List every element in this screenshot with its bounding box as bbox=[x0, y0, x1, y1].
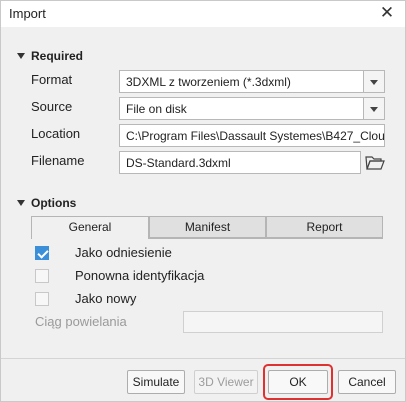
required-section-header[interactable]: Required bbox=[17, 49, 83, 63]
import-dialog: Import ✕ Required Format 3DXML z tworzen… bbox=[0, 0, 406, 402]
cancel-button[interactable]: Cancel bbox=[338, 370, 396, 394]
source-select[interactable]: File on disk bbox=[119, 97, 364, 120]
filename-label: Filename bbox=[31, 153, 85, 168]
format-select[interactable]: 3DXML z tworzeniem (*.3dxml) bbox=[119, 70, 364, 93]
collapse-triangle-icon bbox=[17, 200, 25, 206]
format-dropdown-icon[interactable] bbox=[364, 70, 385, 93]
source-dropdown-icon[interactable] bbox=[364, 97, 385, 120]
required-header-label: Required bbox=[31, 49, 84, 63]
ok-button[interactable]: OK bbox=[268, 370, 328, 394]
tab-general[interactable]: General bbox=[31, 216, 149, 239]
check-ponowna-identyfikacja[interactable]: Ponowna identyfikacja bbox=[35, 268, 204, 283]
title-bar: Import ✕ bbox=[1, 1, 405, 27]
check-label: Jako nowy bbox=[75, 291, 137, 306]
checkbox-icon[interactable] bbox=[35, 268, 49, 283]
tab-report[interactable]: Report bbox=[266, 216, 383, 238]
location-field[interactable]: C:\Program Files\Dassault Systemes\B427_… bbox=[119, 124, 385, 147]
options-header-label: Options bbox=[31, 196, 77, 210]
dialog-title: Import bbox=[9, 6, 46, 21]
check-jako-nowy[interactable]: Jako nowy bbox=[35, 291, 136, 306]
source-label: Source bbox=[31, 99, 73, 114]
simulate-button[interactable]: Simulate bbox=[127, 370, 185, 394]
tab-panel-border bbox=[149, 238, 383, 239]
tab-manifest[interactable]: Manifest bbox=[149, 216, 266, 238]
check-label: Ponowna identyfikacja bbox=[75, 268, 205, 283]
format-label: Format bbox=[31, 72, 73, 87]
check-jako-odniesienie[interactable]: Jako odniesienie bbox=[35, 245, 172, 260]
options-tabs: General Manifest Report bbox=[31, 216, 383, 239]
duplication-label: Ciąg powielania bbox=[35, 314, 127, 329]
checkbox-checked-icon[interactable] bbox=[35, 245, 49, 260]
check-label: Jako odniesienie bbox=[75, 245, 172, 260]
options-section-header[interactable]: Options bbox=[17, 196, 76, 210]
close-icon[interactable]: ✕ bbox=[377, 3, 397, 23]
footer-separator bbox=[1, 358, 405, 359]
collapse-triangle-icon bbox=[17, 53, 25, 59]
checkbox-icon[interactable] bbox=[35, 291, 49, 306]
location-label: Location bbox=[31, 126, 81, 141]
duplication-field[interactable] bbox=[183, 311, 383, 333]
folder-open-icon[interactable] bbox=[365, 154, 385, 172]
filename-field[interactable]: DS-Standard.3dxml bbox=[119, 151, 361, 174]
3d-viewer-button: 3D Viewer bbox=[194, 370, 258, 394]
